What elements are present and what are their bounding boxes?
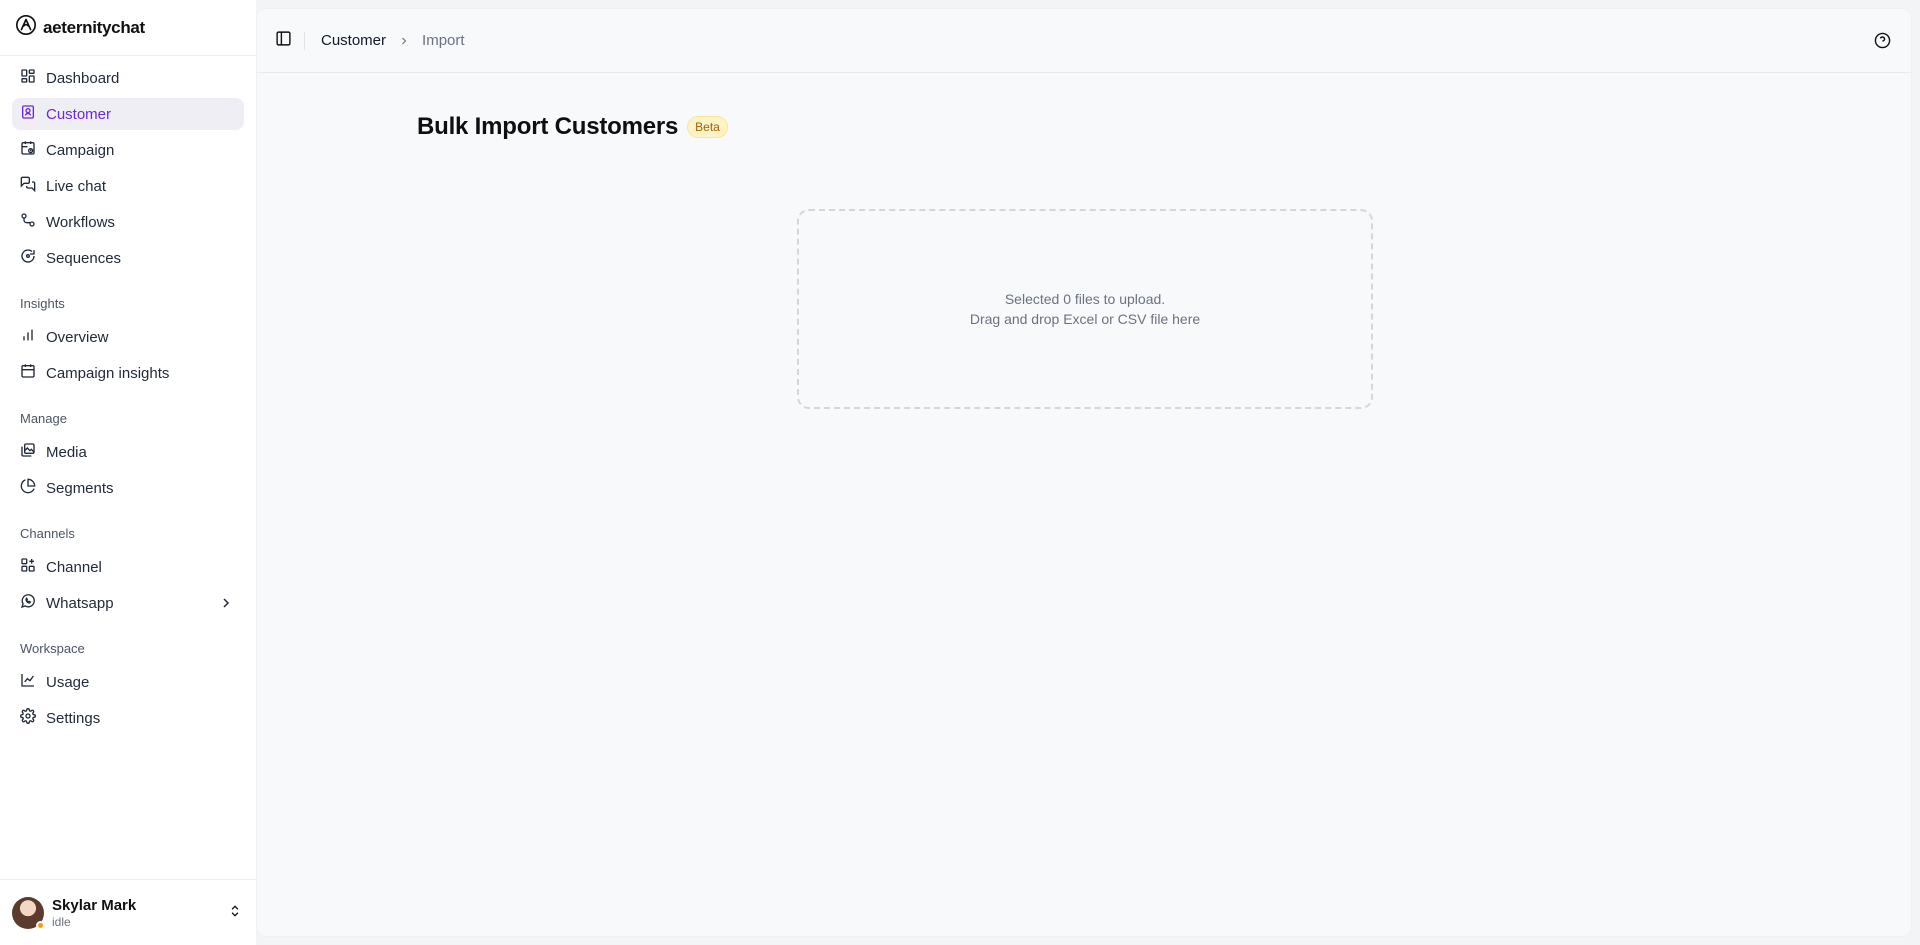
file-dropzone[interactable]: Selected 0 files to upload. Drag and dro…: [797, 209, 1373, 409]
sidebar-item-label: Sequences: [46, 249, 122, 267]
sidebar-item-label: Usage: [46, 673, 90, 691]
user-status: idle: [52, 914, 71, 929]
gear-icon: [20, 708, 36, 728]
sequence-icon: [20, 248, 36, 268]
chat-icon: [20, 176, 36, 196]
sidebar-item-live-chat[interactable]: Live chat: [12, 170, 244, 202]
chevron-right-icon: [398, 35, 410, 47]
breadcrumb: Customer Import: [321, 32, 465, 49]
sidebar-item-label: Settings: [46, 709, 101, 727]
dropzone-instruction-text: Drag and drop Excel or CSV file here: [969, 311, 1201, 327]
sidebar-item-customer[interactable]: Customer: [12, 98, 244, 130]
section-label-manage: Manage: [20, 411, 67, 426]
status-dot: [36, 920, 45, 930]
sidebar-item-label: Workflows: [46, 213, 115, 231]
sidebar-nav: Dashboard Customer Campaign Live chat Wo…: [0, 56, 256, 879]
breadcrumb-import: Import: [422, 32, 465, 49]
dropzone-selected-text: Selected 0 files to upload.: [1004, 291, 1166, 307]
media-icon: [20, 442, 36, 462]
sidebar: aeternitychat Dashboard Customer Campaig…: [0, 0, 256, 945]
sidebar-item-channel[interactable]: Channel: [12, 551, 244, 583]
dashboard-icon: [20, 68, 36, 88]
sidebar-item-media[interactable]: Media: [12, 436, 244, 468]
main-content: Customer Import Bulk Import Customers Be…: [256, 8, 1912, 937]
sidebar-item-label: Channel: [46, 558, 102, 576]
user-info: Skylar Mark idle: [52, 897, 136, 929]
topbar-divider: [304, 31, 305, 50]
chevrons-up-down-icon[interactable]: [228, 904, 242, 923]
campaign-icon: [20, 140, 36, 160]
user-menu[interactable]: Skylar Mark idle: [0, 879, 256, 945]
sidebar-item-label: Whatsapp: [46, 594, 114, 612]
sidebar-item-whatsapp[interactable]: Whatsapp: [12, 587, 244, 619]
sidebar-item-dashboard[interactable]: Dashboard: [12, 62, 244, 94]
calendar-icon: [20, 363, 36, 383]
section-label-insights: Insights: [20, 296, 65, 311]
chevron-right-icon: [218, 595, 234, 615]
whatsapp-icon: [20, 593, 36, 613]
bar-chart-icon: [20, 327, 36, 347]
user-name: Skylar Mark: [52, 896, 137, 914]
sidebar-item-label: Overview: [46, 328, 109, 346]
brand-name: aeternitychat: [43, 17, 145, 37]
section-label-workspace: Workspace: [20, 641, 85, 656]
sidebar-item-label: Live chat: [46, 177, 107, 195]
sidebar-item-workflows[interactable]: Workflows: [12, 206, 244, 238]
topbar: Customer Import: [257, 9, 1911, 73]
sidebar-item-campaign-insights[interactable]: Campaign insights: [12, 357, 244, 389]
main-wrapper: Customer Import Bulk Import Customers Be…: [256, 0, 1920, 945]
sidebar-item-label: Media: [46, 443, 87, 461]
customer-icon: [20, 104, 36, 124]
sidebar-item-usage[interactable]: Usage: [12, 666, 244, 698]
help-icon[interactable]: [1874, 32, 1891, 54]
sidebar-item-label: Customer: [46, 105, 112, 123]
sidebar-item-label: Campaign insights: [46, 364, 170, 382]
sidebar-item-label: Dashboard: [46, 69, 120, 87]
app-root: aeternitychat Dashboard Customer Campaig…: [0, 0, 1920, 945]
grid-plus-icon: [20, 557, 36, 577]
pie-chart-icon: [20, 478, 36, 498]
beta-badge: Beta: [687, 116, 728, 138]
sidebar-item-settings[interactable]: Settings: [12, 702, 244, 734]
line-chart-icon: [20, 672, 36, 692]
sidebar-item-label: Segments: [46, 479, 114, 497]
sidebar-item-overview[interactable]: Overview: [12, 321, 244, 353]
sidebar-item-campaign[interactable]: Campaign: [12, 134, 244, 166]
sidebar-item-segments[interactable]: Segments: [12, 472, 244, 504]
breadcrumb-customer[interactable]: Customer: [321, 32, 386, 49]
brand[interactable]: aeternitychat: [0, 0, 256, 56]
avatar: [12, 896, 45, 930]
sidebar-item-sequences[interactable]: Sequences: [12, 242, 244, 274]
workflow-icon: [20, 212, 36, 232]
page-title: Bulk Import Customers: [417, 113, 679, 140]
page-header: Bulk Import Customers Beta: [417, 113, 728, 141]
sidebar-item-label: Campaign: [46, 141, 115, 159]
section-label-channels: Channels: [20, 526, 75, 541]
brand-logo-icon: [15, 14, 37, 41]
sidebar-toggle-icon[interactable]: [275, 30, 292, 52]
